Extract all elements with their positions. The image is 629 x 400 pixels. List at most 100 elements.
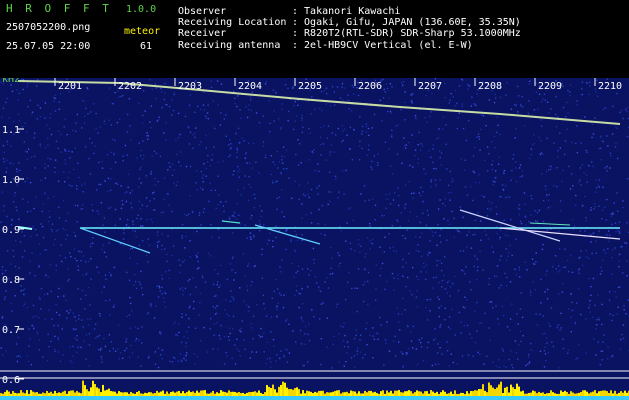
noise-dot (23, 235, 26, 237)
noise-dot (173, 93, 175, 96)
noise-dot (277, 118, 280, 120)
noise-dot (498, 366, 500, 369)
noise-dot (530, 292, 532, 294)
noise-dot (97, 132, 99, 134)
noise-dot (26, 131, 28, 133)
noise-dot (518, 266, 520, 269)
noise-dot (402, 275, 404, 277)
noise-dot (91, 242, 94, 244)
noise-dot (173, 169, 175, 171)
noise-dot (153, 150, 156, 153)
noise-dot (28, 328, 30, 330)
noise-dot (1, 266, 4, 268)
noise-dot (107, 177, 110, 180)
noise-dot (392, 173, 394, 175)
noise-dot (626, 275, 628, 277)
noise-dot (274, 181, 277, 183)
noise-dot (200, 108, 202, 111)
noise-dot (68, 171, 71, 173)
noise-dot (525, 364, 527, 367)
noise-dot (322, 143, 324, 145)
noise-dot (472, 170, 475, 173)
noise-dot (71, 151, 73, 153)
noise-dot (113, 154, 115, 156)
noise-dot (96, 189, 98, 191)
noise-dot (602, 140, 604, 143)
noise-dot (449, 99, 451, 101)
noise-dot (483, 196, 485, 198)
noise-dot (27, 106, 29, 108)
noise-dot (605, 219, 607, 221)
noise-dot (236, 338, 238, 340)
noise-dot (319, 143, 322, 146)
noise-dot (612, 249, 614, 251)
noise-dot (44, 163, 46, 165)
noise-dot (425, 271, 428, 273)
noise-dot (526, 269, 528, 271)
noise-dot (181, 316, 183, 318)
noise-dot (541, 125, 543, 128)
noise-dot (314, 276, 317, 278)
noise-dot (521, 170, 524, 172)
noise-dot (594, 117, 596, 119)
noise-dot (239, 109, 241, 111)
noise-dot (174, 321, 176, 323)
noise-dot (42, 236, 45, 239)
noise-dot (562, 347, 565, 350)
noise-dot (559, 269, 561, 272)
noise-dot (424, 116, 426, 119)
noise-dot (233, 212, 236, 214)
noise-dot (437, 208, 440, 210)
noise-dot (383, 88, 385, 91)
noise-dot (71, 361, 73, 364)
noise-dot (365, 123, 368, 125)
noise-dot (156, 241, 159, 244)
noise-dot (410, 192, 413, 195)
noise-dot (210, 189, 212, 192)
noise-dot (456, 229, 458, 231)
noise-dot (334, 104, 336, 106)
file-name: 2507052200.png (6, 22, 91, 33)
noise-dot (300, 162, 302, 164)
noise-dot (430, 186, 432, 188)
noise-dot (520, 292, 522, 294)
noise-dot (131, 247, 134, 249)
noise-dot (142, 240, 144, 242)
noise-dot (241, 320, 243, 322)
noise-dot (36, 333, 39, 335)
noise-dot (603, 334, 605, 336)
noise-dot (282, 146, 285, 148)
noise-dot (270, 173, 272, 176)
noise-dot (182, 294, 184, 296)
noise-dot (282, 162, 284, 164)
noise-dot (462, 270, 465, 272)
noise-dot (585, 149, 587, 152)
noise-dot (528, 361, 531, 363)
noise-dot (47, 197, 49, 199)
noise-dot (442, 116, 445, 118)
noise-dot (617, 210, 619, 212)
noise-dot (335, 177, 337, 180)
noise-dot (489, 209, 491, 212)
noise-dot (339, 262, 341, 265)
noise-dot (223, 363, 226, 365)
noise-dot (373, 113, 376, 116)
noise-dot (496, 275, 498, 278)
noise-dot (474, 233, 476, 236)
noise-dot (569, 84, 572, 86)
noise-dot (384, 288, 386, 290)
noise-dot (487, 238, 490, 240)
noise-dot (228, 218, 231, 220)
noise-dot (33, 207, 35, 210)
noise-dot (185, 352, 188, 354)
noise-dot (281, 159, 283, 161)
noise-dot (550, 165, 552, 168)
noise-dot (610, 273, 613, 275)
noise-dot (47, 144, 49, 146)
noise-dot (151, 155, 153, 157)
noise-dot (593, 208, 595, 210)
noise-dot (510, 108, 513, 110)
noise-dot (193, 300, 195, 303)
noise-dot (383, 214, 386, 217)
noise-dot (348, 272, 350, 274)
